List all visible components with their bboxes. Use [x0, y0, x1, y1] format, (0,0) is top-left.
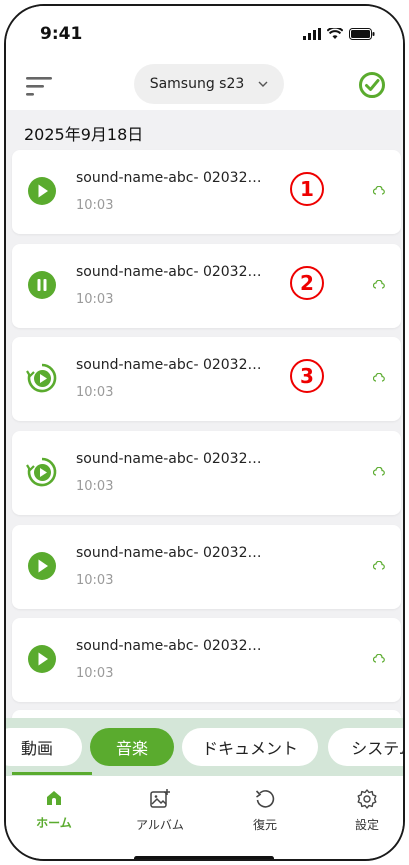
select-all-check-icon[interactable] — [357, 70, 387, 100]
tab-label: 設定 — [354, 818, 379, 832]
bottom-tab-bar: ホーム アルバム 復元 設定 — [6, 776, 403, 859]
list-item[interactable]: sound-name-abc- 02032… 10:03 — [12, 525, 401, 609]
cloud-sync-icon — [373, 467, 385, 476]
home-indicator — [134, 856, 274, 859]
category-system[interactable]: システム — [328, 728, 403, 766]
cloud-sync-icon — [373, 280, 385, 289]
item-name: sound-name-abc- 02032… — [76, 357, 262, 373]
item-time: 10:03 — [76, 573, 114, 588]
tab-label: アルバム — [136, 818, 184, 832]
item-time: 10:03 — [76, 479, 114, 494]
restore-play-icon[interactable] — [26, 456, 58, 488]
item-time: 10:03 — [76, 292, 114, 307]
wifi-icon — [327, 28, 343, 39]
category-video[interactable]: 動画 — [6, 728, 82, 766]
item-time: 10:03 — [76, 385, 114, 400]
tab-label: 復元 — [252, 818, 277, 832]
category-underline — [12, 772, 92, 775]
category-documents[interactable]: ドキュメント — [182, 728, 318, 766]
marker-badge: 3 — [290, 359, 324, 393]
item-time: 10:03 — [76, 198, 114, 213]
pause-icon[interactable] — [26, 269, 58, 301]
menu-icon[interactable] — [26, 74, 54, 98]
cloud-sync-icon — [373, 654, 385, 663]
date-group-header: 2025年9月18日 — [6, 110, 403, 150]
tab-settings[interactable]: 設定 — [327, 788, 403, 833]
item-name: sound-name-abc- 02032… — [76, 451, 262, 467]
phone-frame: 9:41 Samsung s23 2025年9月18日 sound-name-a… — [4, 4, 405, 861]
list-item[interactable]: sound-name-abc- 02032… 10:03 2 — [12, 244, 401, 328]
album-icon — [150, 789, 170, 808]
settings-icon — [357, 789, 377, 809]
tab-album[interactable]: アルバム — [120, 788, 200, 833]
list-item[interactable]: sound-name-abc- 02032… 10:03 3 — [12, 337, 401, 421]
cloud-sync-icon — [373, 561, 385, 570]
list-item[interactable]: sound-name-abc- 02032… 10:03 1 — [12, 150, 401, 234]
device-name: Samsung s23 — [149, 76, 245, 92]
list-item[interactable]: sound-name-abc- 02032… 10:03 — [12, 431, 401, 515]
play-icon[interactable] — [26, 550, 58, 582]
signal-icon — [303, 28, 321, 40]
status-time: 9:41 — [40, 24, 83, 44]
category-music[interactable]: 音楽 — [90, 728, 174, 766]
item-name: sound-name-abc- 02032… — [76, 545, 262, 561]
play-icon[interactable] — [26, 643, 58, 675]
battery-icon — [349, 28, 375, 40]
date-label: 2025年9月18日 — [24, 125, 144, 144]
list-item[interactable]: sound-name-abc- 02032… 10:03 — [12, 618, 401, 702]
status-bar: 9:41 — [6, 6, 403, 62]
tab-label: ホーム — [36, 816, 72, 830]
category-bar: 動画 音楽 ドキュメント システム — [6, 718, 403, 776]
chevron-down-icon — [258, 81, 268, 87]
device-selector[interactable]: Samsung s23 — [134, 64, 284, 104]
play-icon[interactable] — [26, 175, 58, 207]
app-header: Samsung s23 — [6, 62, 403, 110]
home-icon — [47, 791, 61, 805]
restore-play-icon[interactable] — [26, 362, 58, 394]
cloud-sync-icon — [373, 186, 385, 195]
restore-icon — [255, 790, 275, 808]
tab-restore[interactable]: 復元 — [225, 788, 305, 833]
marker-badge: 2 — [290, 266, 324, 300]
item-name: sound-name-abc- 02032… — [76, 170, 262, 186]
item-name: sound-name-abc- 02032… — [76, 264, 262, 280]
item-name: sound-name-abc- 02032… — [76, 638, 262, 654]
cloud-sync-icon — [373, 373, 385, 382]
tab-home[interactable]: ホーム — [14, 788, 94, 831]
item-time: 10:03 — [76, 666, 114, 681]
status-icons — [303, 28, 375, 40]
marker-badge: 1 — [290, 172, 324, 206]
